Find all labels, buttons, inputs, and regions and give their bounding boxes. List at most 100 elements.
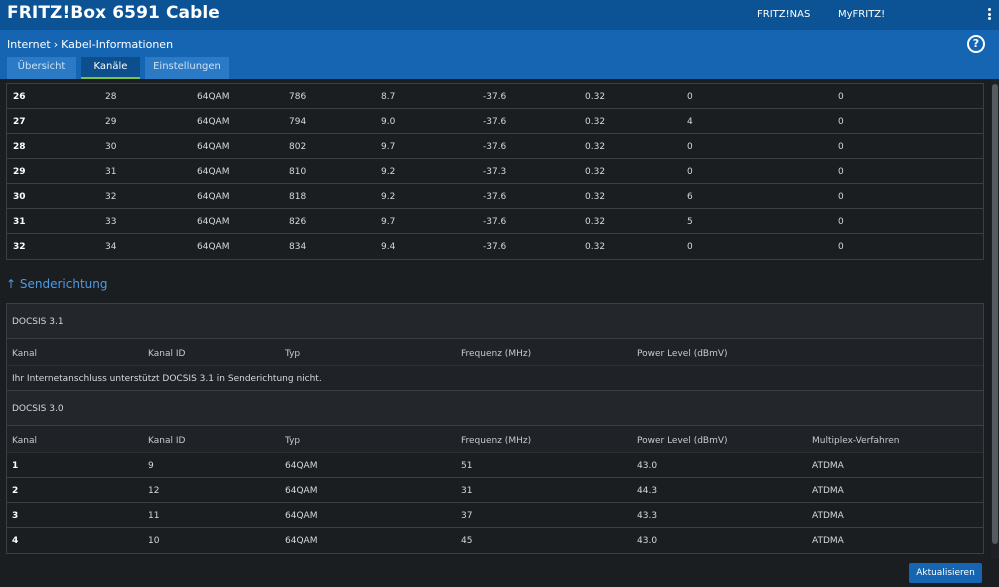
table-cell: 786 — [289, 92, 307, 102]
table-cell: 0 — [838, 217, 844, 227]
table-cell: 30 — [13, 192, 26, 202]
table-cell: 64QAM — [197, 242, 230, 252]
tab-kanaele[interactable]: Kanäle — [81, 57, 140, 79]
table-cell: 64QAM — [197, 117, 230, 127]
docsis30-header: DOCSIS 3.0 — [7, 391, 983, 426]
column-header: Multiplex-Verfahren — [812, 436, 900, 446]
table-cell: 44.3 — [637, 486, 658, 496]
table-row: 28 30 64QAM 802 9.7 -37.6 0.32 0 0 — [7, 134, 983, 159]
table-cell: -37.3 — [483, 167, 507, 177]
docsis31-column-headers: Kanal Kanal ID Typ Frequenz (MHz) Power Leve… — [7, 339, 983, 366]
table-cell: 9.4 — [381, 242, 396, 252]
help-icon[interactable]: ? — [967, 35, 985, 53]
table-row: 4 10 64QAM 45 43.0 ATDMA — [7, 528, 983, 553]
table-cell: ATDMA — [812, 536, 844, 546]
table-cell: 9 — [148, 461, 154, 471]
table-cell: 0 — [687, 242, 693, 252]
docsis30-label: DOCSIS 3.0 — [12, 404, 64, 414]
table-cell: 37 — [461, 511, 473, 521]
column-header: Kanal — [12, 436, 37, 446]
table-cell: 0.32 — [585, 242, 606, 252]
myfritz-link[interactable]: MyFRITZ! — [838, 9, 885, 20]
table-cell: 0.32 — [585, 92, 606, 102]
table-cell: 0 — [838, 117, 844, 127]
table-cell: 10 — [148, 536, 160, 546]
table-cell: -37.6 — [483, 117, 507, 127]
docsis31-message-row: Ihr Internetanschluss unterstützt DOCSIS… — [7, 366, 983, 391]
table-cell: 0.32 — [585, 117, 606, 127]
table-cell: 32 — [13, 242, 26, 252]
table-cell: 12 — [148, 486, 160, 496]
senderichtung-heading[interactable]: ↑ Senderichtung — [6, 277, 107, 291]
table-cell: ATDMA — [812, 461, 844, 471]
table-cell: 0 — [838, 242, 844, 252]
docsis31-label: DOCSIS 3.1 — [12, 317, 64, 327]
table-cell: 28 — [13, 142, 26, 152]
table-cell: 6 — [687, 192, 693, 202]
table-cell: 31 — [105, 167, 117, 177]
table-cell: 0 — [838, 167, 844, 177]
table-cell: 0 — [838, 92, 844, 102]
table-cell: 9.7 — [381, 142, 396, 152]
table-cell: 2 — [12, 486, 19, 496]
column-header: Frequenz (MHz) — [461, 436, 532, 446]
table-cell: 8.7 — [381, 92, 396, 102]
table-row: 27 29 64QAM 794 9.0 -37.6 0.32 4 0 — [7, 109, 983, 134]
table-cell: 4 — [12, 536, 19, 546]
table-cell: 28 — [105, 92, 117, 102]
column-header: Typ — [285, 436, 301, 446]
table-cell: 9.7 — [381, 217, 396, 227]
more-menu-icon[interactable] — [986, 8, 992, 22]
breadcrumb: Internet › Kabel-Informationen — [7, 38, 173, 51]
breadcrumb-current: Kabel-Informationen — [61, 38, 174, 51]
table-row: 1 9 64QAM 51 43.0 ATDMA — [7, 453, 983, 478]
table-row: 32 34 64QAM 834 9.4 -37.6 0.32 0 0 — [7, 234, 983, 259]
table-cell: 64QAM — [197, 192, 230, 202]
table-cell: 9.2 — [381, 167, 396, 177]
table-cell: 43.3 — [637, 511, 658, 521]
upstream-table: DOCSIS 3.1 Kanal Kanal ID Typ Frequenz (MHz… — [6, 303, 984, 554]
table-cell: 3 — [12, 511, 19, 521]
table-cell: 834 — [289, 242, 307, 252]
table-cell: 31 — [13, 217, 26, 227]
table-cell: 0 — [838, 192, 844, 202]
table-cell: 43.0 — [637, 461, 658, 471]
table-cell: 0 — [838, 142, 844, 152]
table-row: 31 33 64QAM 826 9.7 -37.6 0.32 5 0 — [7, 209, 983, 234]
table-cell: 29 — [105, 117, 117, 127]
table-cell: 51 — [461, 461, 473, 471]
table-cell: 29 — [13, 167, 26, 177]
table-cell: 64QAM — [197, 217, 230, 227]
table-cell: -37.6 — [483, 92, 507, 102]
table-cell: -37.6 — [483, 242, 507, 252]
docsis31-header: DOCSIS 3.1 — [7, 304, 983, 339]
breadcrumb-internet[interactable]: Internet — [7, 38, 51, 51]
table-cell: ATDMA — [812, 486, 844, 496]
column-header: Power Level (dBmV) — [637, 436, 728, 446]
fritz-nas-link[interactable]: FRITZ!NAS — [757, 9, 810, 20]
table-cell: 4 — [687, 117, 693, 127]
scrollbar-thumb[interactable] — [992, 84, 998, 544]
table-cell: 64QAM — [197, 92, 230, 102]
column-header: Kanal ID — [148, 436, 186, 446]
table-cell: 0 — [687, 92, 693, 102]
table-cell: 810 — [289, 167, 307, 177]
column-header: Kanal ID — [148, 349, 186, 359]
docsis30-column-headers: Kanal Kanal ID Typ Frequenz (MHz) Power Leve… — [7, 426, 983, 453]
chevron-right-icon: › — [53, 38, 59, 51]
table-cell: -37.6 — [483, 192, 507, 202]
table-cell: 0.32 — [585, 192, 606, 202]
table-cell: 32 — [105, 192, 117, 202]
column-header: Kanal — [12, 349, 37, 359]
table-cell: 9.0 — [381, 117, 396, 127]
table-cell: 64QAM — [197, 167, 230, 177]
table-cell: 64QAM — [285, 511, 318, 521]
table-cell: 1 — [12, 461, 19, 471]
table-cell: 31 — [461, 486, 473, 496]
table-cell: -37.6 — [483, 142, 507, 152]
tab-einstellungen[interactable]: Einstellungen — [145, 57, 229, 79]
table-row: 30 32 64QAM 818 9.2 -37.6 0.32 6 0 — [7, 184, 983, 209]
tab-uebersicht[interactable]: Übersicht — [7, 57, 76, 79]
aktualisieren-button[interactable]: Aktualisieren — [909, 563, 982, 583]
table-cell: 34 — [105, 242, 117, 252]
